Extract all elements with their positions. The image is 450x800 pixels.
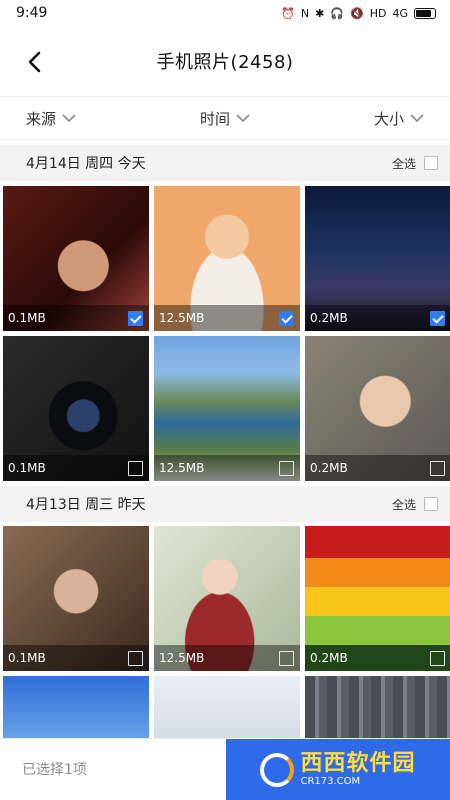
photo-tile[interactable]: 12.5MB: [154, 186, 300, 331]
watermark-main: 西西软件园: [300, 751, 416, 776]
photo-size: 0.2MB: [310, 461, 348, 475]
photo-tile[interactable]: 12.5MB: [154, 336, 300, 481]
page-title: 手机照片(2458): [156, 52, 294, 73]
photo-caption: 0.2MB: [305, 305, 450, 331]
select-all-checkbox[interactable]: [424, 156, 438, 170]
photo-caption: 12.5MB: [154, 455, 300, 481]
filter-label: 来源: [26, 109, 57, 128]
photo-tile[interactable]: 0.1MB: [3, 336, 149, 481]
photo-size: 0.1MB: [8, 311, 46, 325]
photo-checkbox[interactable]: [430, 650, 445, 666]
battery-icon: [414, 7, 436, 19]
chevron-down-icon: [62, 113, 76, 122]
filter-time[interactable]: 时间: [200, 108, 250, 129]
signal-icon: 4G: [392, 6, 408, 20]
back-button[interactable]: [20, 48, 48, 76]
photo-caption: 0.1MB: [3, 645, 149, 671]
photo-checkbox[interactable]: [128, 460, 143, 476]
photo-size: 0.1MB: [8, 461, 46, 475]
select-all-today[interactable]: 全选: [392, 155, 438, 172]
watermark-sub: CR173.COM: [300, 776, 361, 787]
photo-caption: 12.5MB: [154, 645, 300, 671]
filter-label: 时间: [199, 109, 230, 128]
filter-bar: 来源 时间 大小: [0, 96, 450, 140]
photo-size: 12.5MB: [159, 461, 205, 475]
photo-tile[interactable]: 0.2MB: [305, 336, 450, 481]
app-header: 手机照片(2458): [0, 26, 450, 96]
photo-caption: 0.2MB: [305, 645, 450, 671]
photo-caption: 0.1MB: [3, 305, 149, 331]
photo-tile[interactable]: 0.1MB: [3, 186, 149, 331]
photo-checkbox[interactable]: [430, 460, 445, 476]
photo-tile[interactable]: 0.1MB: [3, 526, 149, 671]
alarm-icon: ⏰: [281, 6, 295, 20]
photo-size: 0.1MB: [8, 651, 46, 665]
photo-grid-today: 0.1MB 12.5MB 0.2MB 0.1MB 12.5MB 0.2MB: [0, 186, 450, 481]
photo-tile[interactable]: 12.5MB: [154, 526, 300, 671]
photo-checkbox-checked[interactable]: [128, 310, 143, 326]
photo-checkbox[interactable]: [279, 460, 294, 476]
chevron-down-icon: [236, 113, 250, 122]
select-all-checkbox[interactable]: [424, 497, 438, 511]
status-bar: 9:49 ⏰ N ✱ 🎧 🔇 HD 4G: [0, 0, 450, 26]
nfc-icon: N: [300, 6, 310, 20]
mute-icon: 🔇: [350, 6, 364, 20]
select-all-yesterday[interactable]: 全选: [392, 496, 438, 513]
selected-count: 已选择1项: [22, 762, 87, 778]
photo-size: 12.5MB: [159, 311, 205, 325]
bottom-bar: 已选择1项 西西软件园 CR173.COM: [0, 738, 450, 800]
watermark-logo: 西西软件园 CR173.COM: [260, 753, 415, 787]
photo-checkbox[interactable]: [128, 650, 143, 666]
status-time: 9:49: [16, 5, 48, 21]
filter-size[interactable]: 大小: [374, 108, 424, 129]
chevron-left-icon: [28, 51, 41, 73]
photo-checkbox[interactable]: [279, 650, 294, 666]
select-all-label: 全选: [391, 156, 416, 171]
section-header-yesterday: 4月13日 周三 昨天 全选: [0, 486, 450, 522]
status-icons: ⏰ N ✱ 🎧 🔇 HD 4G: [281, 7, 436, 20]
chevron-down-icon: [410, 113, 424, 122]
photo-caption: 0.2MB: [305, 455, 450, 481]
hd-icon: HD: [369, 6, 387, 20]
photo-caption: 0.1MB: [3, 455, 149, 481]
section-date: 4月13日 周三 昨天: [26, 497, 146, 513]
filter-label: 大小: [373, 109, 404, 128]
photo-caption: 12.5MB: [154, 305, 300, 331]
photo-checkbox-checked[interactable]: [279, 310, 294, 326]
section-header-today: 4月14日 周四 今天 全选: [0, 145, 450, 181]
photo-size: 12.5MB: [159, 651, 205, 665]
confirm-button[interactable]: 西西软件园 CR173.COM: [226, 739, 450, 800]
photo-size: 0.2MB: [310, 651, 348, 665]
cr-logo-icon: [260, 753, 295, 787]
bluetooth-icon: ✱: [315, 6, 325, 20]
headset-icon: 🎧: [330, 6, 345, 20]
filter-source[interactable]: 来源: [26, 108, 76, 129]
photo-tile[interactable]: 0.2MB: [305, 186, 450, 331]
select-all-label: 全选: [391, 497, 416, 512]
photo-tile[interactable]: 0.2MB: [305, 526, 450, 671]
photo-checkbox-checked[interactable]: [430, 310, 445, 326]
photo-size: 0.2MB: [310, 311, 348, 325]
section-date: 4月14日 周四 今天: [26, 156, 146, 172]
